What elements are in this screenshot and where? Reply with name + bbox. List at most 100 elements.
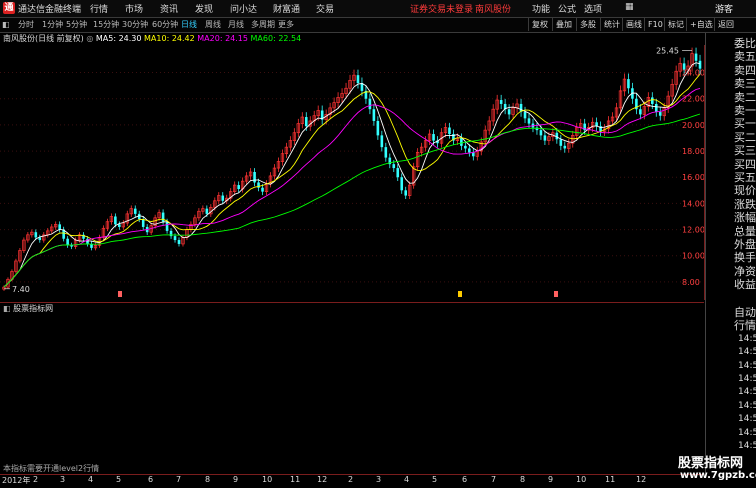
time-axis-label: 9 bbox=[548, 475, 554, 484]
candle-body bbox=[448, 127, 451, 135]
candle-body bbox=[563, 145, 567, 149]
tab-period-8[interactable]: 月线 bbox=[228, 19, 244, 31]
candle-body bbox=[173, 236, 177, 241]
time-axis-label: 4 bbox=[404, 475, 410, 484]
candle-body bbox=[627, 79, 630, 89]
tool-button-stats[interactable]: 统计 bbox=[600, 18, 622, 31]
time-axis-label: 3 bbox=[376, 475, 382, 484]
app-title: 通达信金融终端 bbox=[18, 5, 82, 15]
quote-panel-label-20: 行情 bbox=[734, 319, 756, 333]
tool-button-multistock[interactable]: 多股 bbox=[576, 18, 600, 31]
candlestick-chart[interactable]: 24.00 22.00 20.00 18.00 16.00 14.00 12.00 10.00… bbox=[0, 45, 704, 300]
tool-button-mark[interactable]: 标记 bbox=[664, 18, 686, 31]
menu-item-trade[interactable]: 交易 bbox=[316, 2, 334, 15]
quote-panel-label-11: 现价 bbox=[734, 184, 756, 198]
sub-chart-header: ◧ 股票指标网 bbox=[0, 302, 704, 315]
toolbar-icon-3[interactable]: 选项 bbox=[584, 2, 602, 15]
indicator-bar: 南风股份(日线 前复权) ◎ MA5: 24.30 MA10: 24.42 MA… bbox=[0, 33, 301, 45]
low-price-label: 7.40 bbox=[12, 285, 30, 294]
quote-panel-label-24: 14:5 bbox=[738, 374, 756, 384]
quote-panel-label-25: 14:5 bbox=[738, 387, 756, 398]
ma-settings-icon[interactable]: ◎ bbox=[86, 34, 93, 43]
tab-period-10[interactable]: 更多 bbox=[278, 19, 294, 31]
sub-chart-message: 本指标需要开通level2行情 bbox=[3, 464, 100, 473]
ma60-line bbox=[3, 113, 701, 288]
candle-body bbox=[376, 120, 380, 136]
tab-period-6[interactable]: 日线 bbox=[181, 19, 197, 31]
candle-body bbox=[66, 238, 69, 246]
time-axis-label: 2 bbox=[33, 475, 39, 484]
tab-period-2[interactable]: 5分钟 bbox=[66, 19, 87, 31]
toolbar-icon-4[interactable]: ▦ bbox=[625, 2, 634, 12]
sidebar-toggle-icon[interactable]: ◧ bbox=[2, 19, 10, 31]
toolbar-icon-2[interactable]: 公式 bbox=[558, 2, 576, 15]
candle-body bbox=[356, 75, 360, 84]
quote-panel-label-13: 涨幅 bbox=[734, 211, 756, 225]
quote-panel-label-14: 总量 bbox=[734, 224, 756, 238]
tab-period-7[interactable]: 周线 bbox=[205, 19, 221, 31]
price-tick-label: 20.00 bbox=[682, 121, 704, 130]
quote-panel-label-3: 卖三 bbox=[734, 77, 756, 91]
tab-period-9[interactable]: 多周期 bbox=[251, 19, 275, 31]
time-axis-label: 10 bbox=[576, 475, 587, 484]
candle-body bbox=[559, 139, 563, 146]
tool-button-draw[interactable]: 画线 bbox=[622, 18, 644, 31]
price-tick-label: 18.00 bbox=[682, 147, 704, 156]
ma60-value: MA60: 22.54 bbox=[250, 34, 302, 43]
time-axis-label: 2 bbox=[348, 475, 354, 484]
candle-body bbox=[527, 118, 531, 124]
candle-body bbox=[392, 164, 396, 169]
user-label[interactable]: 游客 bbox=[715, 2, 733, 15]
tab-period-1[interactable]: 1分钟 bbox=[42, 19, 63, 31]
candle-body bbox=[161, 212, 165, 222]
menu-item-wealth[interactable]: 财富通 bbox=[273, 2, 300, 15]
menu-item-ask[interactable]: 问小达 bbox=[230, 2, 257, 15]
quote-panel-label-28: 14:5 bbox=[738, 427, 756, 438]
event-marker-icon bbox=[554, 291, 558, 297]
menu-item-news[interactable]: 资讯 bbox=[160, 2, 178, 15]
candle-body bbox=[507, 109, 511, 115]
quote-panel-label-19[interactable]: 自动 bbox=[734, 306, 756, 319]
candle-body bbox=[372, 109, 376, 121]
tool-button-adjust[interactable]: 复权 bbox=[528, 18, 552, 31]
candle-body bbox=[261, 187, 264, 192]
time-axis-label: 2012年 bbox=[2, 476, 31, 485]
menu-item-quotes[interactable]: 行情 bbox=[90, 2, 108, 15]
candle-body bbox=[650, 97, 654, 104]
time-axis-label: 11 bbox=[290, 475, 301, 484]
quote-panel-label-27: 14:5 bbox=[738, 414, 756, 425]
time-axis-label: 10 bbox=[262, 475, 273, 484]
tool-button-overlay[interactable]: 叠加 bbox=[552, 18, 576, 31]
candle-body bbox=[460, 137, 463, 146]
quote-panel-label-18: 收益 bbox=[734, 278, 756, 292]
time-axis-label: 12 bbox=[636, 475, 647, 484]
menu-item-discover[interactable]: 发现 bbox=[195, 2, 213, 15]
price-tick-label: 8.00 bbox=[682, 278, 700, 287]
login-status[interactable]: 证券交易未登录 bbox=[410, 2, 473, 15]
menu-item-market[interactable]: 市场 bbox=[125, 2, 143, 15]
price-tick-label: 22.00 bbox=[682, 95, 704, 104]
tab-period-0[interactable]: 分时 bbox=[18, 19, 34, 31]
toolbar-icon-1[interactable]: 功能 bbox=[532, 2, 550, 15]
time-axis-label: 4 bbox=[88, 475, 94, 484]
sub-chart-icon[interactable]: ◧ bbox=[3, 304, 11, 313]
price-tick-label: 14.00 bbox=[682, 199, 704, 208]
quote-panel-label-21: 14:5 bbox=[738, 333, 756, 344]
quote-panel-label-7: 买二 bbox=[734, 130, 756, 144]
tool-button-back[interactable]: 返回 bbox=[714, 18, 736, 31]
candle-body bbox=[177, 240, 181, 244]
tab-period-4[interactable]: 30分钟 bbox=[122, 19, 148, 31]
tool-button-add-watchlist[interactable]: +自选 bbox=[686, 18, 714, 31]
candle-body bbox=[384, 147, 388, 158]
quote-panel-label-17: 净资 bbox=[734, 264, 756, 278]
tool-button-f10[interactable]: F10 bbox=[644, 18, 664, 31]
time-axis-label: 6 bbox=[148, 475, 154, 484]
quote-panel-label-26: 14:5 bbox=[738, 400, 756, 411]
quote-panel-label-9: 买四 bbox=[734, 157, 756, 171]
quote-panel-label-2: 卖四 bbox=[734, 63, 756, 77]
quote-panel-label-5: 卖一 bbox=[734, 104, 756, 117]
tab-period-3[interactable]: 15分钟 bbox=[93, 19, 119, 31]
ma5-line bbox=[3, 62, 701, 288]
tab-period-5[interactable]: 60分钟 bbox=[152, 19, 178, 31]
candle-body bbox=[400, 177, 404, 191]
